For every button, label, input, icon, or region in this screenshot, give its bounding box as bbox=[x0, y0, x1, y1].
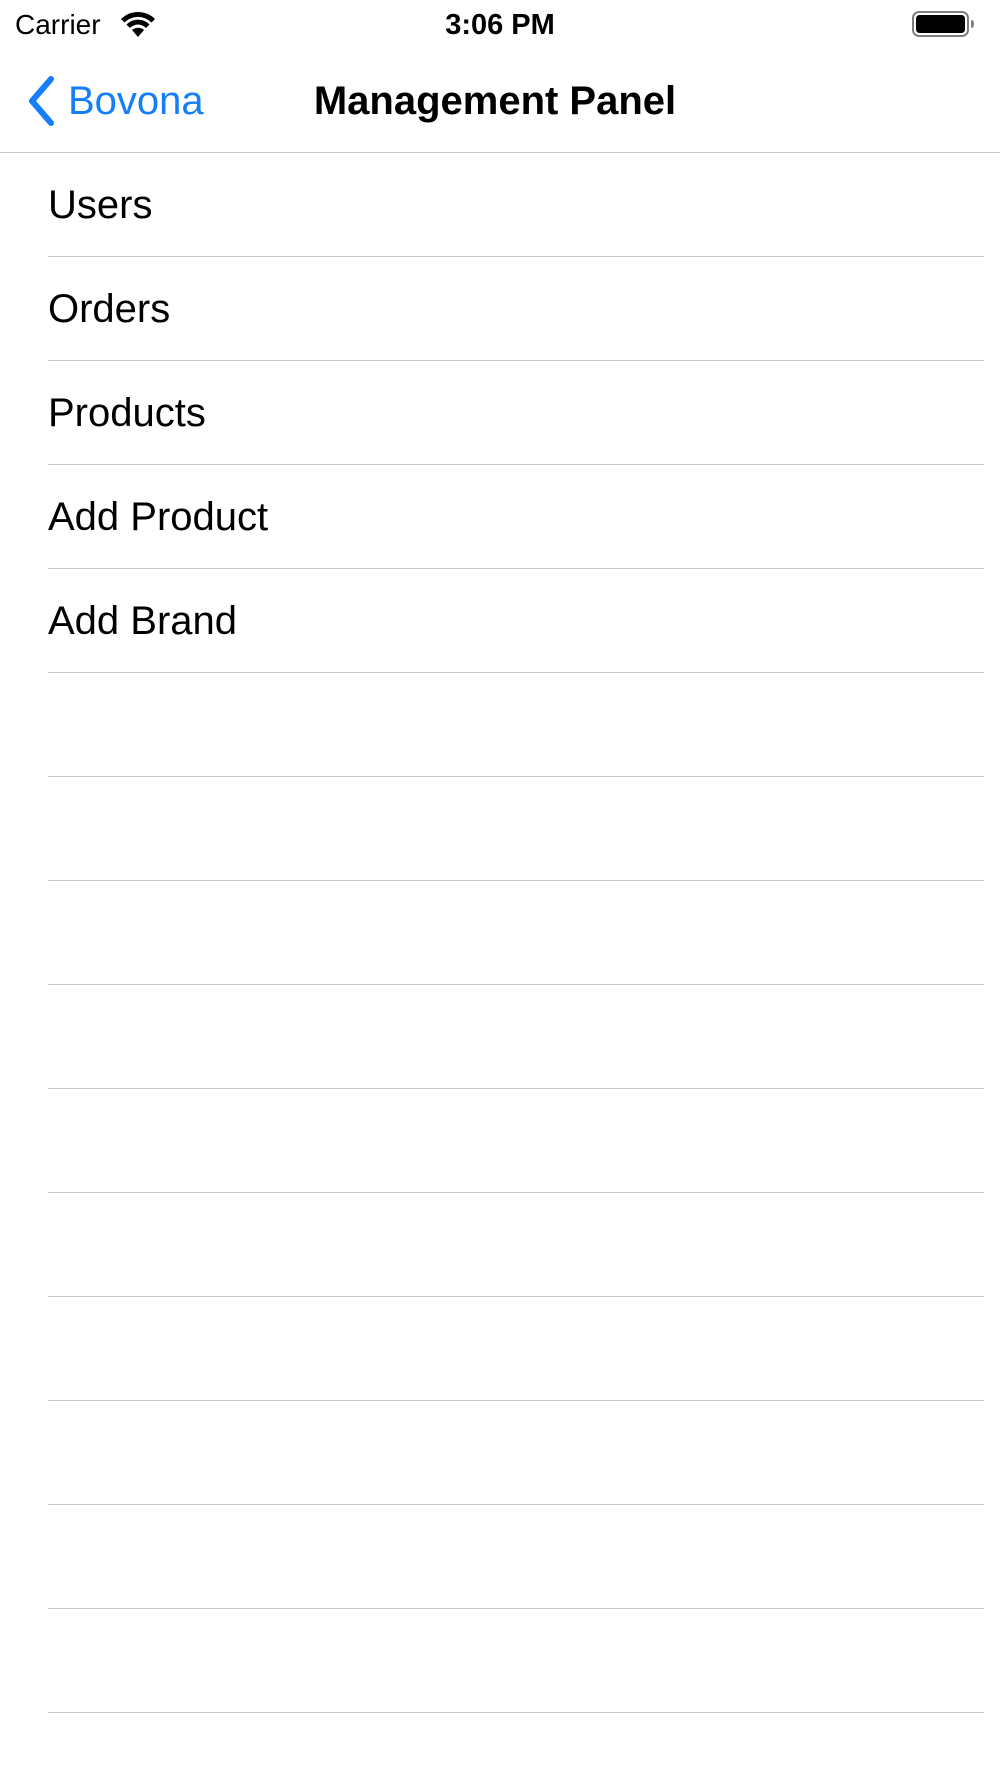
menu-item-label: Add Product bbox=[48, 495, 269, 539]
navigation-bar: Bovona Management Panel bbox=[0, 50, 1000, 153]
menu-item-products[interactable]: Products bbox=[0, 361, 1000, 465]
menu-item-label: Products bbox=[48, 391, 206, 435]
empty-table-row bbox=[0, 881, 1000, 985]
menu-item-add-brand[interactable]: Add Brand bbox=[0, 569, 1000, 673]
status-bar: Carrier 3:06 PM bbox=[0, 0, 1000, 50]
menu-item-orders[interactable]: Orders bbox=[0, 257, 1000, 361]
page-title: Management Panel bbox=[313, 79, 677, 123]
menu-table: Users Orders Products Add Product Add Br… bbox=[0, 153, 1000, 1713]
menu-item-label: Add Brand bbox=[48, 599, 238, 643]
empty-table-row bbox=[0, 1297, 1000, 1401]
empty-rows bbox=[0, 673, 1000, 1713]
menu-item-users[interactable]: Users bbox=[0, 153, 1000, 257]
empty-table-row bbox=[0, 1193, 1000, 1297]
row-separator bbox=[48, 1712, 984, 1713]
empty-table-row bbox=[0, 777, 1000, 881]
status-time: 3:06 PM bbox=[445, 9, 555, 41]
empty-table-row bbox=[0, 985, 1000, 1089]
empty-table-row bbox=[0, 1505, 1000, 1609]
menu-item-label: Orders bbox=[48, 287, 171, 331]
empty-table-row bbox=[0, 1609, 1000, 1713]
empty-table-row bbox=[0, 1089, 1000, 1193]
empty-table-row bbox=[0, 673, 1000, 777]
menu-item-label: Users bbox=[48, 183, 153, 227]
empty-table-row bbox=[0, 1401, 1000, 1505]
battery-icon bbox=[912, 11, 974, 37]
menu-item-add-product[interactable]: Add Product bbox=[0, 465, 1000, 569]
